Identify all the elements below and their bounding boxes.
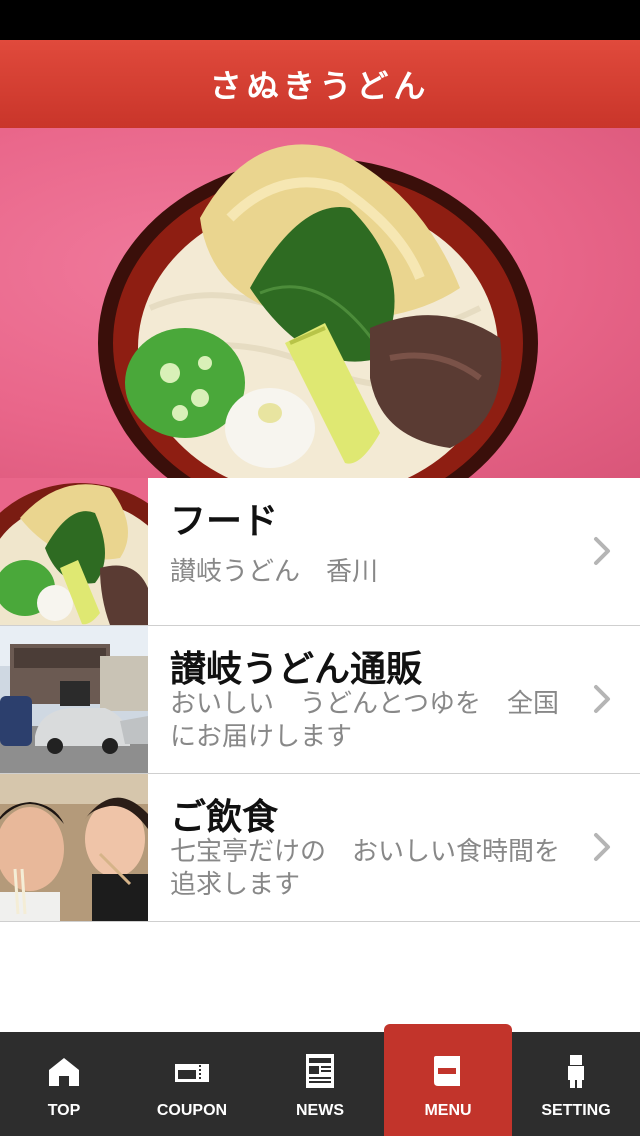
chevron-right-icon [594,833,610,861]
chevron-right-icon [594,537,610,565]
newspaper-icon [306,1054,334,1088]
tab-label: MENU [424,1102,472,1119]
menu-item-description: おいしい うどんとつゆを 全国にお届けします [170,689,559,752]
tab-coupon[interactable]: COUPON [128,1032,256,1136]
tab-label: NEWS [296,1102,344,1119]
tab-bar: TOP COUPON NEWS MENU SETTING [0,1024,640,1136]
menu-item-title: フード [170,501,279,542]
tab-top[interactable]: TOP [0,1032,128,1136]
menu-item-description: 七宝亭だけの おいしい食時間を 追求します [170,837,587,900]
food-thumbnail [0,478,148,625]
menu-item-title: ご飲食 [170,797,279,838]
chevron-right-icon [594,685,610,713]
home-icon [49,1058,79,1086]
menu-book-icon [434,1056,460,1086]
page-title: さぬきうどん [209,67,431,105]
status-bar [0,0,640,40]
menu-item-title: 讃岐うどん通販 [170,649,423,690]
menu-item-description: 讃岐うどん 香川 [170,557,379,587]
person-icon [568,1055,584,1088]
hero-image-udon-bowl [0,128,640,478]
tab-menu[interactable]: MENU [384,1024,512,1136]
list-item-mail-order[interactable]: 讃岐うどん通販 おいしい うどんとつゆを 全国にお届けします [0,626,640,774]
navigation-bar: さぬきうどん [0,40,640,128]
tab-news[interactable]: NEWS [256,1032,384,1136]
list-item-dining[interactable]: ご飲食 七宝亭だけの おいしい食時間を 追求します [0,774,640,922]
storefront-thumbnail [0,626,148,773]
dining-thumbnail [0,774,148,921]
tab-label: TOP [47,1102,81,1119]
list-item-food[interactable]: フード 讃岐うどん 香川 [0,478,640,626]
tab-label: COUPON [156,1102,228,1119]
menu-list: フード 讃岐うどん 香川 讃岐うどん通販 おいしい うどんとつゆを 全国にお届け… [0,478,640,922]
tab-label: SETTING [541,1102,611,1119]
tab-setting[interactable]: SETTING [512,1032,640,1136]
coupon-icon [175,1064,209,1082]
